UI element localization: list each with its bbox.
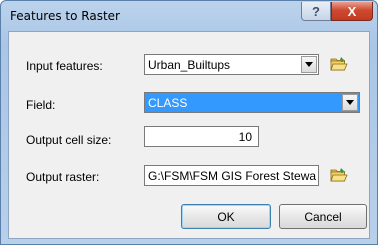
input-features-dropdown-button[interactable] [301,56,317,73]
output-raster-input[interactable]: G:\FSM\FSM GIS Forest Stewa [144,165,319,186]
output-cell-size-label: Output cell size: [26,133,112,147]
output-cell-size-value: 10 [238,130,252,144]
input-features-combo[interactable]: Urban_Builtups [144,54,319,75]
dialog-body: Input features: Urban_Builtups Field: CL… [8,31,370,239]
output-cell-size-input[interactable]: 10 [144,126,259,147]
close-icon: X [347,3,357,19]
dialog-title: Features to Raster [10,9,120,23]
ok-button[interactable]: OK [181,204,271,229]
output-raster-value: G:\FSM\FSM GIS Forest Stewa [148,169,317,183]
field-dropdown-button[interactable] [342,94,358,111]
field-combo[interactable]: CLASS [144,92,360,113]
open-folder-icon [330,168,348,182]
open-folder-icon [330,57,348,71]
output-raster-browse-button[interactable] [327,164,351,186]
input-features-value: Urban_Builtups [148,58,231,72]
help-button[interactable]: ? [301,2,331,21]
chevron-down-icon [305,62,313,67]
chevron-down-icon [346,100,354,105]
help-icon: ? [312,3,320,19]
field-label: Field: [26,98,56,112]
cancel-button[interactable]: Cancel [279,204,367,229]
dialog-window: Features to Raster ? X Input features: U… [0,0,378,245]
close-button[interactable]: X [331,2,373,21]
output-raster-label: Output raster: [26,170,100,184]
field-value: CLASS [148,96,188,110]
input-features-label: Input features: [26,59,103,73]
input-features-browse-button[interactable] [327,53,351,75]
title-bar[interactable]: Features to Raster ? X [1,1,377,31]
